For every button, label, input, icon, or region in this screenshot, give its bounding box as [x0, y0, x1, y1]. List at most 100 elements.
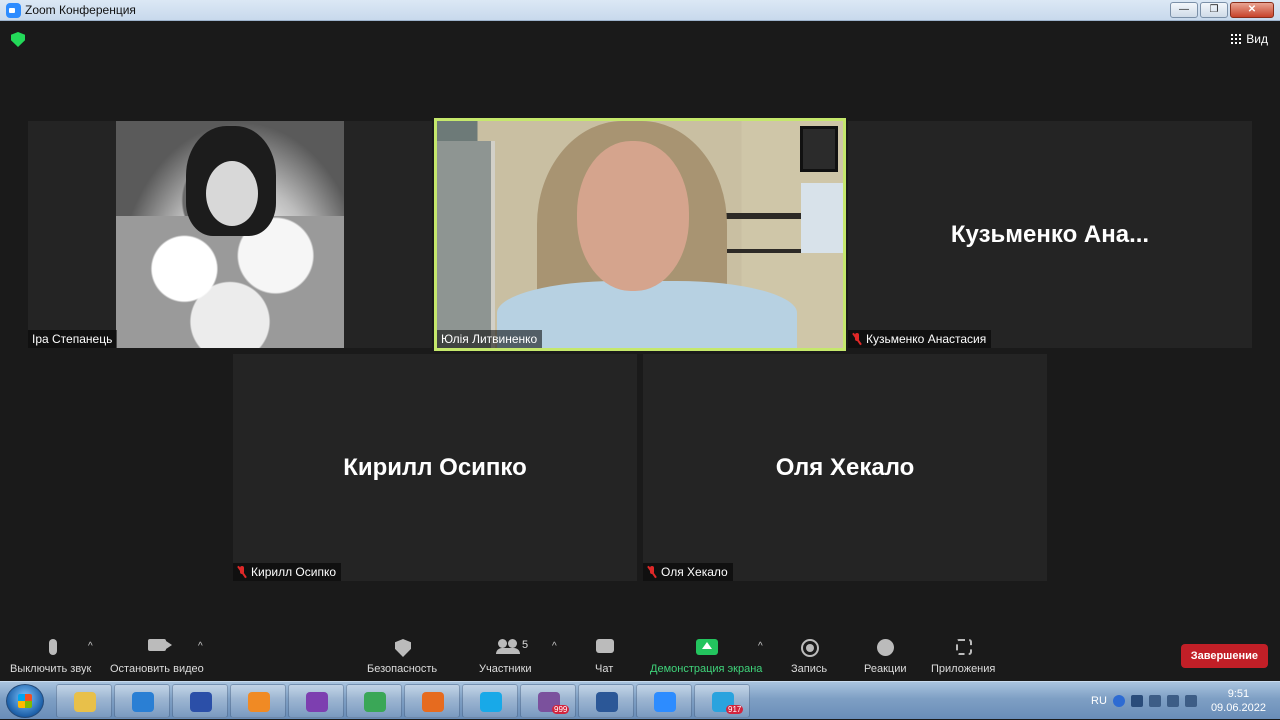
taskbar-word[interactable]	[578, 684, 634, 718]
participant-name: Іра Степанець	[32, 332, 113, 346]
tray-app-icon[interactable]	[1130, 695, 1143, 707]
skype-icon	[480, 692, 502, 712]
signal-icon[interactable]	[1184, 695, 1197, 707]
window-controls: — ❐ ✕	[1170, 2, 1274, 18]
participants-button[interactable]: 5 Участники	[478, 631, 538, 681]
participants-options-caret[interactable]: ^	[552, 641, 557, 652]
taskbar-media-player[interactable]	[230, 684, 286, 718]
clock-date: 09.06.2022	[1210, 702, 1266, 714]
system-tray: RU 9:51 09.06.2022	[1091, 682, 1280, 720]
share-screen-button[interactable]: Демонстрация экрана	[649, 631, 769, 681]
mute-label: Выключить звук	[10, 663, 92, 675]
participant-big-name: Кузьменко Ана...	[950, 220, 1150, 248]
chrome-icon	[364, 692, 386, 712]
participant-photo	[116, 121, 344, 348]
word-icon	[596, 692, 618, 712]
stop-video-label: Остановить видео	[110, 663, 204, 675]
reactions-label: Реакции	[864, 663, 907, 675]
apps-icon	[956, 639, 972, 655]
participant-name: Кирилл Осипко	[251, 565, 337, 579]
meeting-toolbar: Выключить звук ^ Остановить видео ^ Безо…	[0, 631, 1280, 681]
volume-icon[interactable]	[1166, 695, 1179, 707]
video-options-caret[interactable]: ^	[198, 641, 203, 652]
help-icon[interactable]	[1112, 695, 1125, 707]
participant-big-name: Оля Хекало	[775, 453, 915, 481]
end-meeting-button[interactable]: Завершение	[1180, 644, 1268, 668]
participant-name-tag: Іра Степанець	[28, 330, 118, 348]
video-tile-olya[interactable]: Оля Хекало Оля Хекало	[643, 354, 1047, 581]
participant-name-tag: Юлія Литвиненко	[437, 330, 543, 348]
notification-badge: 917	[726, 705, 744, 714]
participants-icon	[496, 639, 520, 654]
maximize-button[interactable]: ❐	[1200, 2, 1228, 18]
system-clock[interactable]: 9:51 09.06.2022	[1211, 687, 1266, 715]
clock-time: 9:51	[1227, 688, 1250, 700]
mic-muted-icon	[237, 566, 247, 578]
share-screen-icon	[696, 639, 718, 655]
firefox-icon	[422, 692, 444, 712]
taskbar-internet-explorer[interactable]	[114, 684, 170, 718]
windows-taskbar: 999 917 RU 9:51 09.06.2022	[0, 681, 1280, 719]
chat-button[interactable]: Чат	[588, 631, 622, 681]
chat-icon	[596, 639, 614, 653]
taskbar-onenote[interactable]	[288, 684, 344, 718]
encryption-shield-icon[interactable]	[11, 32, 25, 47]
microphone-icon	[49, 639, 57, 655]
taskbar-chrome[interactable]	[346, 684, 402, 718]
window-titlebar: Zoom Конференция — ❐ ✕	[0, 0, 1280, 21]
participant-video	[437, 121, 843, 348]
mic-muted-icon	[647, 566, 657, 578]
network-icon[interactable]	[1148, 695, 1161, 707]
notification-badge: 999	[552, 705, 570, 714]
window-title: Zoom Конференция	[25, 3, 136, 17]
security-label: Безопасность	[367, 663, 438, 675]
grid-icon	[1231, 34, 1242, 44]
zoom-icon	[654, 692, 676, 712]
participant-name: Оля Хекало	[661, 565, 728, 579]
stop-video-button[interactable]: Остановить видео	[108, 631, 208, 681]
share-screen-label: Демонстрация экрана	[650, 663, 763, 675]
participant-name-tag: Кузьменко Анастасия	[848, 330, 992, 348]
participant-name: Юлія Литвиненко	[441, 332, 538, 346]
video-tile-ira[interactable]: Іра Степанець	[28, 121, 432, 348]
security-shield-icon	[395, 639, 411, 657]
audio-options-caret[interactable]: ^	[88, 641, 93, 652]
share-options-caret[interactable]: ^	[758, 641, 763, 652]
participant-name: Кузьменко Анастасия	[866, 332, 987, 346]
camera-icon	[148, 639, 172, 651]
record-button[interactable]: Запись	[790, 631, 834, 681]
video-tile-kirill[interactable]: Кирилл Осипко Кирилл Осипко	[233, 354, 637, 581]
video-tile-yulia[interactable]: Юлія Литвиненко	[434, 118, 846, 351]
participant-name-tag: Кирилл Осипко	[233, 563, 342, 581]
file-explorer-icon	[74, 692, 96, 712]
participants-label: Участники	[479, 663, 532, 675]
save-app-icon	[190, 692, 212, 712]
reactions-button[interactable]: Реакции	[862, 631, 912, 681]
view-button[interactable]: Вид	[1231, 32, 1268, 46]
taskbar-viber[interactable]: 999	[520, 684, 576, 718]
record-icon	[801, 639, 819, 657]
taskbar-firefox[interactable]	[404, 684, 460, 718]
close-button[interactable]: ✕	[1230, 2, 1274, 18]
taskbar-file-explorer[interactable]	[56, 684, 112, 718]
taskbar-telegram[interactable]: 917	[694, 684, 750, 718]
reactions-icon	[877, 639, 894, 656]
zoom-app-icon	[6, 3, 21, 18]
view-label: Вид	[1246, 32, 1268, 46]
start-button[interactable]	[6, 684, 44, 718]
participants-count: 5	[522, 639, 529, 651]
apps-label: Приложения	[931, 663, 996, 675]
taskbar-zoom[interactable]	[636, 684, 692, 718]
participant-big-name: Кирилл Осипко	[343, 453, 527, 481]
record-label: Запись	[791, 663, 828, 675]
taskbar-items: 999 917	[56, 684, 750, 718]
minimize-button[interactable]: —	[1170, 2, 1198, 18]
meeting-area: Вид Іра Степанець Юлія Литвиненко Кузьме…	[0, 21, 1280, 631]
mute-button[interactable]: Выключить звук	[8, 631, 98, 681]
language-indicator[interactable]: RU	[1091, 695, 1107, 707]
security-button[interactable]: Безопасность	[366, 631, 442, 681]
apps-button[interactable]: Приложения	[929, 631, 1001, 681]
taskbar-skype[interactable]	[462, 684, 518, 718]
video-tile-kuzmenko[interactable]: Кузьменко Ана... Кузьменко Анастасия	[848, 121, 1252, 348]
taskbar-save-app[interactable]	[172, 684, 228, 718]
